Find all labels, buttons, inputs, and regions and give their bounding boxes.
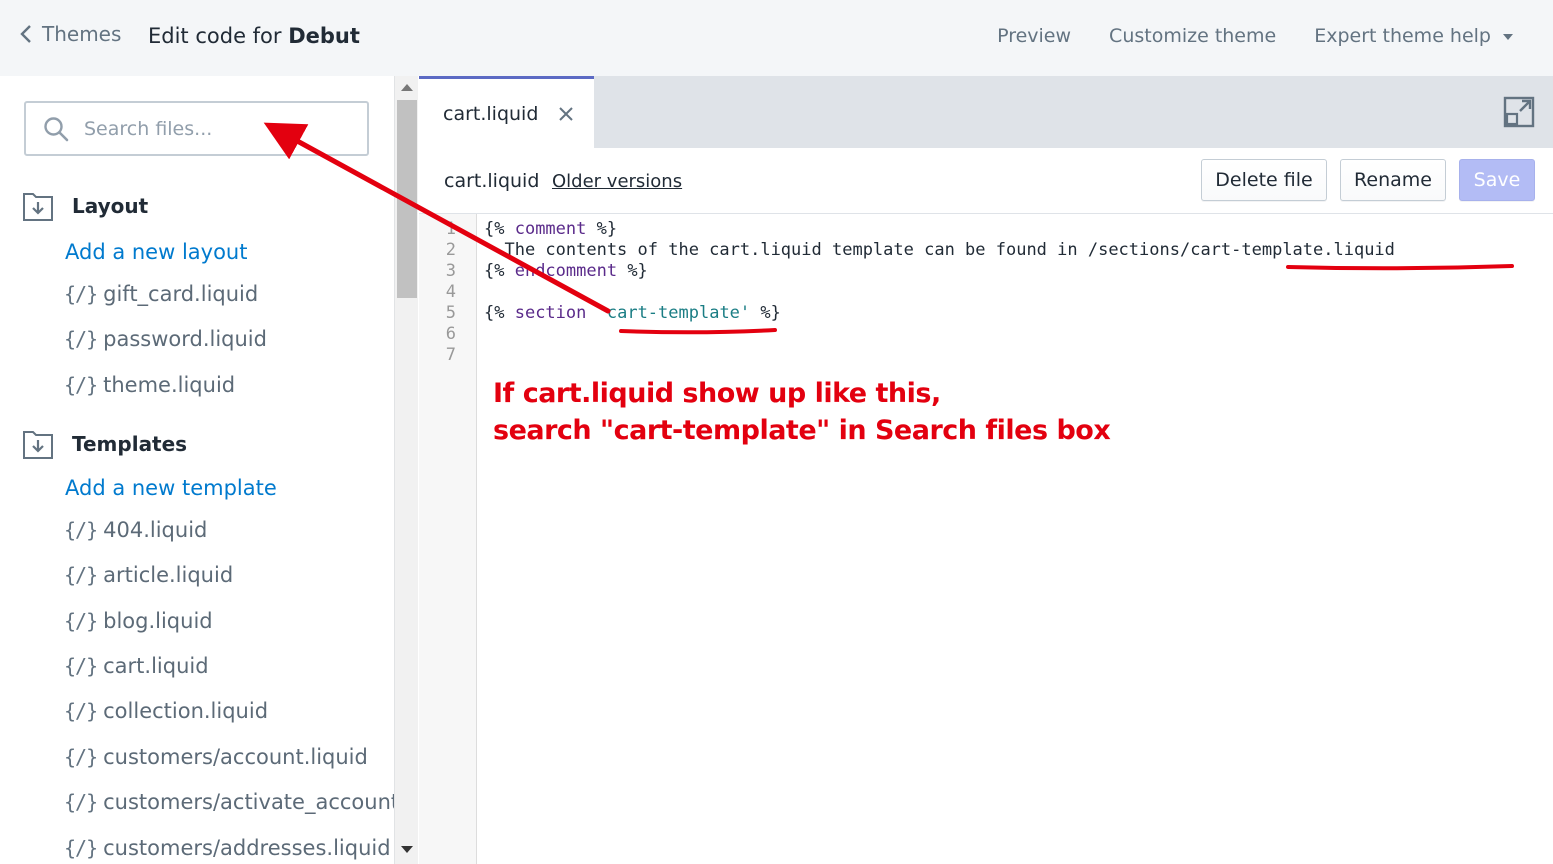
- scrollbar-thumb[interactable]: [397, 100, 417, 298]
- code-line: {% section 'cart-template' %}: [484, 303, 781, 323]
- current-file-name: cart.liquid: [444, 170, 540, 192]
- expert-theme-help-label: Expert theme help: [1314, 25, 1491, 47]
- top-bar: Themes Edit code for Debut Preview Custo…: [0, 0, 1553, 76]
- file-name: 404.liquid: [103, 518, 208, 542]
- line-number-gutter: 1 2 3 4 5 6 7: [419, 214, 477, 864]
- liquid-file-icon: {/}: [64, 836, 98, 860]
- file-item[interactable]: {/} 404.liquid: [64, 518, 207, 542]
- fullscreen-icon[interactable]: [1503, 96, 1535, 128]
- folder-download-icon: [23, 193, 53, 221]
- line-number: 7: [445, 345, 456, 365]
- editor-tab-bar: cart.liquid: [419, 76, 1553, 148]
- file-toolbar: cart.liquid Older versions Delete file R…: [419, 148, 1553, 214]
- liquid-file-icon: {/}: [64, 282, 98, 306]
- theme-name: Debut: [288, 24, 360, 48]
- section-header-layout[interactable]: Layout: [22, 190, 148, 222]
- rename-button[interactable]: Rename: [1340, 159, 1446, 201]
- file-item[interactable]: {/} gift_card.liquid: [64, 282, 258, 306]
- section-header-templates[interactable]: Templates: [22, 428, 187, 460]
- page-title: Edit code for Debut: [148, 24, 360, 48]
- save-button[interactable]: Save: [1459, 159, 1535, 201]
- liquid-file-icon: {/}: [64, 790, 98, 814]
- liquid-file-icon: {/}: [64, 373, 98, 397]
- page-title-prefix: Edit code for: [148, 24, 289, 48]
- tab-label: cart.liquid: [443, 102, 539, 125]
- section-title: Templates: [72, 432, 188, 456]
- code-line: The contents of the cart.liquid template…: [484, 240, 1395, 260]
- file-name: password.liquid: [103, 327, 267, 351]
- file-sidebar: Layout Add a new layout {/}gift_card.liq…: [0, 76, 394, 864]
- file-item[interactable]: {/} collection.liquid: [64, 699, 268, 723]
- liquid-file-icon: {/}: [64, 654, 98, 678]
- code-line: {% comment %}: [484, 219, 618, 239]
- sidebar-scrollbar[interactable]: [394, 76, 418, 864]
- file-item[interactable]: {/} theme.liquid: [64, 373, 235, 397]
- file-item[interactable]: {/} customers/account.liquid: [64, 745, 368, 769]
- liquid-file-icon: {/}: [64, 518, 98, 542]
- code-line: {% endcomment %}: [484, 261, 648, 281]
- annotation-line: If cart.liquid show up like this,: [493, 378, 941, 409]
- liquid-file-icon: {/}: [64, 609, 98, 633]
- file-name: theme.liquid: [103, 373, 236, 397]
- annotation-text: If cart.liquid show up like this, search…: [493, 375, 1111, 449]
- line-number: 2: [445, 240, 456, 260]
- file-name: gift_card.liquid: [103, 282, 259, 306]
- caret-down-icon: [1503, 33, 1513, 40]
- file-item[interactable]: {/} password.liquid: [64, 327, 267, 351]
- expert-theme-help-dropdown[interactable]: Expert theme help: [1314, 25, 1513, 47]
- tab-cart-liquid[interactable]: cart.liquid: [419, 76, 594, 148]
- line-number: 1: [445, 219, 456, 239]
- annotation-line: search "cart-template" in Search files b…: [493, 415, 1111, 446]
- search-files-input[interactable]: [84, 117, 354, 140]
- file-name: customers/account.liquid: [103, 745, 368, 769]
- section-title: Layout: [72, 194, 149, 218]
- file-item[interactable]: {/} cart.liquid: [64, 654, 209, 678]
- scroll-up-arrow-icon[interactable]: [401, 84, 413, 91]
- top-links: Preview Customize theme Expert theme hel…: [959, 25, 1513, 47]
- line-number: 5: [445, 303, 456, 323]
- liquid-file-icon: {/}: [64, 563, 98, 587]
- back-label: Themes: [42, 22, 122, 46]
- file-name: customers/addresses.liquid: [103, 836, 391, 860]
- liquid-file-icon: {/}: [64, 327, 98, 351]
- code-editor[interactable]: {% comment %} The contents of the cart.l…: [484, 219, 1395, 366]
- search-icon: [44, 116, 69, 141]
- scroll-down-arrow-icon[interactable]: [401, 846, 413, 853]
- line-number: 4: [445, 282, 456, 302]
- line-number: 6: [445, 324, 456, 344]
- file-name: blog.liquid: [103, 609, 213, 633]
- line-number: 3: [445, 261, 456, 281]
- search-box[interactable]: [24, 101, 369, 156]
- file-item[interactable]: {/} customers/addresses.liquid: [64, 836, 391, 860]
- folder-download-icon: [23, 431, 53, 459]
- delete-file-button[interactable]: Delete file: [1201, 159, 1327, 201]
- file-item[interactable]: {/} blog.liquid: [64, 609, 213, 633]
- back-to-themes-link[interactable]: Themes: [20, 22, 121, 46]
- close-icon[interactable]: [558, 106, 574, 122]
- file-name: customers/activate_account.liquid: [103, 790, 394, 814]
- add-new-template-link[interactable]: Add a new template: [65, 476, 277, 500]
- file-item[interactable]: {/} article.liquid: [64, 563, 233, 587]
- file-name: cart.liquid: [103, 654, 209, 678]
- liquid-file-icon: {/}: [64, 699, 98, 723]
- add-new-layout-link[interactable]: Add a new layout: [65, 240, 247, 264]
- customize-theme-link[interactable]: Customize theme: [1109, 25, 1276, 47]
- file-name: article.liquid: [103, 563, 234, 587]
- older-versions-link[interactable]: Older versions: [552, 171, 682, 192]
- chevron-left-icon: [20, 25, 31, 43]
- liquid-file-icon: {/}: [64, 745, 98, 769]
- preview-link[interactable]: Preview: [997, 25, 1071, 47]
- file-name: collection.liquid: [103, 699, 269, 723]
- file-item[interactable]: {/}customers/activate_account.liquid: [64, 790, 394, 814]
